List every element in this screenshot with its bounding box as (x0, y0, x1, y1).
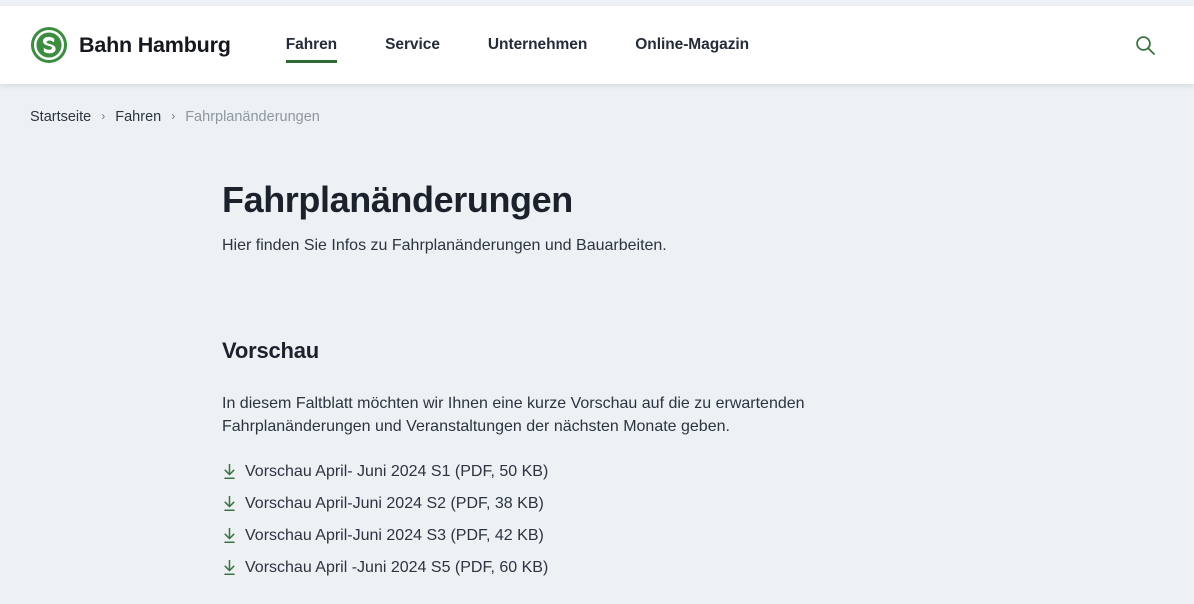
download-list: Vorschau April- Juni 2024 S1 (PDF, 50 KB… (222, 456, 1154, 584)
download-link-s1[interactable]: Vorschau April- Juni 2024 S1 (PDF, 50 KB… (245, 463, 548, 481)
download-icon (222, 559, 237, 576)
page-title: Fahrplanänderungen (222, 179, 573, 220)
page-subtitle: Hier finden Sie Infos zu Fahrplanänderun… (222, 237, 667, 255)
list-item[interactable]: Vorschau April-Juni 2024 S2 (PDF, 38 KB) (222, 488, 1154, 520)
brand-name: Bahn Hamburg (79, 32, 231, 57)
section-body-text: In diesem Faltblatt möchten wir Ihnen ei… (222, 394, 805, 435)
nav-item-unternehmen[interactable]: Unternehmen (464, 6, 611, 84)
breadcrumb: Startseite › Fahren › Fahrplanänderungen (0, 84, 1194, 125)
download-icon (222, 527, 237, 544)
nav-item-service[interactable]: Service (361, 6, 464, 84)
download-link-s3[interactable]: Vorschau April-Juni 2024 S3 (PDF, 42 KB) (245, 527, 544, 545)
nav-item-fahren[interactable]: Fahren (270, 6, 361, 84)
breadcrumb-item-startseite[interactable]: Startseite (30, 109, 91, 125)
download-link-s2[interactable]: Vorschau April-Juni 2024 S2 (PDF, 38 KB) (245, 495, 544, 513)
breadcrumb-item-current: Fahrplanänderungen (185, 109, 320, 125)
header-actions (1126, 26, 1194, 64)
breadcrumb-item-fahren[interactable]: Fahren (115, 109, 161, 125)
s-bahn-logo-icon (30, 26, 68, 64)
list-item[interactable]: Vorschau April-Juni 2024 S3 (PDF, 42 KB) (222, 520, 1154, 552)
site-header: Bahn Hamburg Fahren Service Unternehmen … (0, 6, 1194, 84)
search-button[interactable] (1126, 26, 1164, 64)
nav-item-online-magazin[interactable]: Online-Magazin (611, 6, 773, 84)
list-item[interactable]: Vorschau April- Juni 2024 S1 (PDF, 50 KB… (222, 456, 1154, 488)
main-content: Fahrplanänderungen Hier finden Sie Infos… (0, 125, 1194, 584)
vorschau-section: Vorschau In diesem Faltblatt möchten wir… (222, 338, 1154, 584)
list-item[interactable]: Vorschau April -Juni 2024 S5 (PDF, 60 KB… (222, 552, 1154, 584)
download-link-s5[interactable]: Vorschau April -Juni 2024 S5 (PDF, 60 KB… (245, 559, 548, 577)
main-navigation: Fahren Service Unternehmen Online-Magazi… (270, 6, 773, 84)
search-icon (1134, 36, 1156, 59)
breadcrumb-separator-icon: › (101, 109, 106, 123)
download-icon (222, 495, 237, 512)
brand-logo-link[interactable]: Bahn Hamburg (30, 26, 231, 64)
section-title: Vorschau (222, 337, 320, 363)
breadcrumb-separator-icon: › (171, 109, 176, 123)
download-icon (222, 463, 237, 480)
